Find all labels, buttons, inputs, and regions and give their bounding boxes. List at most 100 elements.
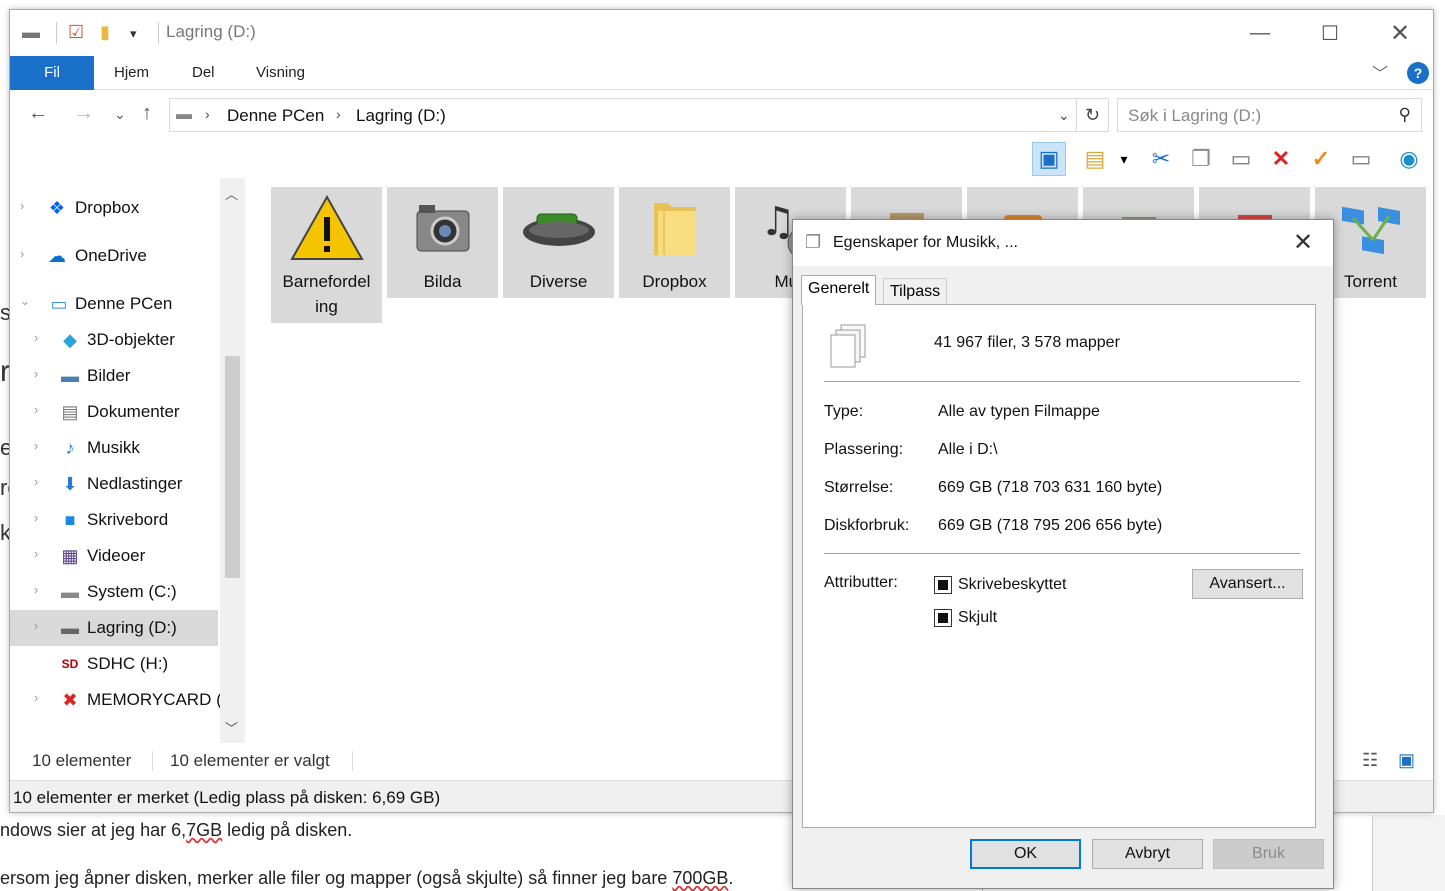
folder-label: Dropbox [642, 272, 707, 291]
nav-item-bilder[interactable]: › ▬ Bilder [10, 358, 218, 394]
nav-item-videoer[interactable]: › ▦ Videoer [10, 538, 218, 574]
nav-scrollbar[interactable]: ︿ ﹀ [220, 178, 245, 743]
expand-chevron-icon[interactable]: › [34, 546, 38, 561]
cancel-button[interactable]: Avbryt [1092, 839, 1203, 869]
nav-item-label: OneDrive [75, 246, 147, 265]
expand-chevron-icon[interactable]: › [34, 474, 38, 489]
readonly-checkbox[interactable] [934, 576, 952, 594]
address-bar[interactable]: ▬ › Denne PCen › Lagring (D:) ⌄ [169, 98, 1077, 132]
checkmark-icon[interactable]: ✓ [1304, 142, 1338, 176]
expand-chevron-icon[interactable]: › [34, 402, 38, 417]
details-view-icon[interactable]: ☷ [1362, 750, 1378, 771]
expand-chevron-icon[interactable]: › [34, 510, 38, 525]
nav-item-label: Bilder [87, 366, 131, 385]
nav-item-denne-pcen[interactable]: ⌄ ▭ Denne PCen [10, 286, 218, 322]
search-placeholder: Søk i Lagring (D:) [1128, 106, 1262, 125]
disk-usage-value: 669 GB (718 795 206 656 byte) [938, 517, 1163, 534]
expand-chevron-icon[interactable]: › [34, 618, 38, 633]
cut-icon[interactable]: ✂ [1144, 142, 1178, 176]
memorycard-error-icon: ✖ [62, 689, 78, 710]
music-note-icon: ♪ [65, 437, 75, 458]
new-folder-icon[interactable]: ▮ [100, 22, 110, 43]
apply-button[interactable]: Bruk [1213, 839, 1324, 869]
item-count: 10 elementer [32, 751, 132, 770]
nav-item-system-c[interactable]: › ▬ System (C:) [10, 574, 218, 610]
refresh-icon[interactable]: ↻ [1077, 98, 1109, 132]
up-arrow-icon[interactable]: ↑ [142, 102, 152, 125]
folder-tile-bilda[interactable]: Bilda [387, 187, 498, 298]
help-icon[interactable]: ? [1407, 62, 1429, 84]
back-arrow-icon[interactable]: ← [28, 102, 48, 125]
scroll-up-icon[interactable]: ︿ [225, 184, 238, 203]
nav-item-skrivebord[interactable]: › ■ Skrivebord [10, 502, 218, 538]
tab-fil[interactable]: Fil [10, 56, 94, 90]
camera-icon [387, 187, 498, 269]
expand-chevron-icon[interactable]: › [34, 366, 38, 381]
breadcrumb-denne-pcen[interactable]: Denne PCen [227, 106, 324, 126]
divider [824, 553, 1300, 554]
folder-tile-diverse[interactable]: Diverse [503, 187, 614, 298]
search-input[interactable]: Søk i Lagring (D:) ⚲ [1117, 98, 1422, 132]
type-label: Type: [824, 403, 864, 420]
large-icons-view-icon[interactable]: ▣ [1398, 750, 1415, 771]
folder-tile-barnefordeling[interactable]: Barnefordel ing [271, 187, 382, 323]
tab-hjem[interactable]: Hjem [114, 56, 149, 90]
advanced-button[interactable]: Avansert... [1192, 569, 1303, 599]
expand-chevron-icon[interactable]: › [34, 330, 38, 345]
address-row: ← → ⌄ ↑ ▬ › Denne PCen › Lagring (D:) ⌄ … [10, 94, 1433, 136]
search-icon: ⚲ [1398, 105, 1411, 124]
nav-item-label: Lagring (D:) [87, 618, 177, 637]
sd-card-icon: SD [44, 736, 68, 743]
hidden-checkbox[interactable] [934, 609, 952, 627]
nav-item-lagring-d[interactable]: › ▬ Lagring (D:) [10, 610, 218, 646]
pictures-icon: ▬ [61, 365, 79, 386]
nav-item-onedrive[interactable]: › ☁ OneDrive [10, 238, 218, 274]
delete-icon[interactable]: ✕ [1264, 142, 1298, 176]
expand-chevron-icon[interactable]: › [34, 438, 38, 453]
dropbox-icon: ❖ [48, 197, 66, 218]
expand-chevron-icon[interactable]: › [34, 582, 38, 597]
dropdown-icon[interactable]: ▾ [1114, 142, 1134, 176]
tab-visning[interactable]: Visning [256, 56, 305, 90]
rename-icon[interactable]: ▭ [1344, 142, 1378, 176]
recent-dropdown-icon[interactable]: ⌄ [114, 106, 126, 123]
nav-item-3d-objekter[interactable]: › ◆ 3D-objekter [10, 322, 218, 358]
chevron-down-icon[interactable]: ⌄ [1058, 107, 1070, 124]
preview-pane-icon[interactable]: ▣ [1032, 142, 1066, 176]
shell-icon[interactable]: ◉ [1392, 142, 1426, 176]
nav-item-nedlastinger[interactable]: › ⬇ Nedlastinger [10, 466, 218, 502]
close-icon[interactable]: ✕ [1293, 228, 1313, 257]
chevron-down-icon[interactable]: ﹀ [1372, 60, 1388, 84]
nav-item-dropbox[interactable]: › ❖ Dropbox [10, 190, 218, 226]
divider [824, 381, 1300, 382]
copy-icon[interactable]: ❐ [1184, 142, 1218, 176]
scroll-down-icon[interactable]: ﹀ [225, 718, 238, 737]
maximize-button[interactable]: ☐ [1295, 10, 1365, 56]
tab-del[interactable]: Del [192, 56, 215, 90]
multiple-files-icon [827, 323, 869, 376]
close-button[interactable]: ✕ [1365, 10, 1433, 56]
properties-icon[interactable]: ▤ [1078, 142, 1112, 176]
nav-item-musikk[interactable]: › ♪ Musikk [10, 430, 218, 466]
nav-item-memorycard[interactable]: › ✖ MEMORYCARD ( [10, 682, 222, 718]
expand-chevron-icon[interactable]: › [34, 690, 38, 705]
expand-chevron-icon[interactable]: › [20, 198, 24, 213]
ok-button[interactable]: OK [970, 839, 1081, 869]
window-title: Lagring (D:) [166, 22, 256, 41]
tab-tilpass[interactable]: Tilpass [883, 278, 948, 305]
customize-dropdown-icon[interactable]: ▾ [130, 26, 137, 42]
scrollbar-thumb[interactable] [225, 356, 240, 578]
expand-chevron-icon[interactable]: › [20, 246, 24, 261]
nav-item-label: 3D-objekter [87, 330, 175, 349]
nav-item-sdhc-h[interactable]: SD SDHC (H:) [10, 646, 218, 682]
breadcrumb-lagring[interactable]: Lagring (D:) [356, 106, 446, 126]
nav-item-dokumenter[interactable]: › ▤ Dokumenter [10, 394, 218, 430]
dialog-title: Egenskaper for Musikk, ... [833, 234, 1018, 251]
properties-check-icon[interactable]: ☑ [68, 22, 84, 43]
minimize-button[interactable]: — [1225, 10, 1295, 56]
folder-tile-dropbox[interactable]: Dropbox [619, 187, 730, 298]
tab-generelt[interactable]: Generelt [801, 275, 877, 305]
collapse-chevron-icon[interactable]: ⌄ [20, 294, 30, 308]
forward-arrow-icon[interactable]: → [74, 102, 94, 125]
paste-icon[interactable]: ▭ [1224, 142, 1258, 176]
